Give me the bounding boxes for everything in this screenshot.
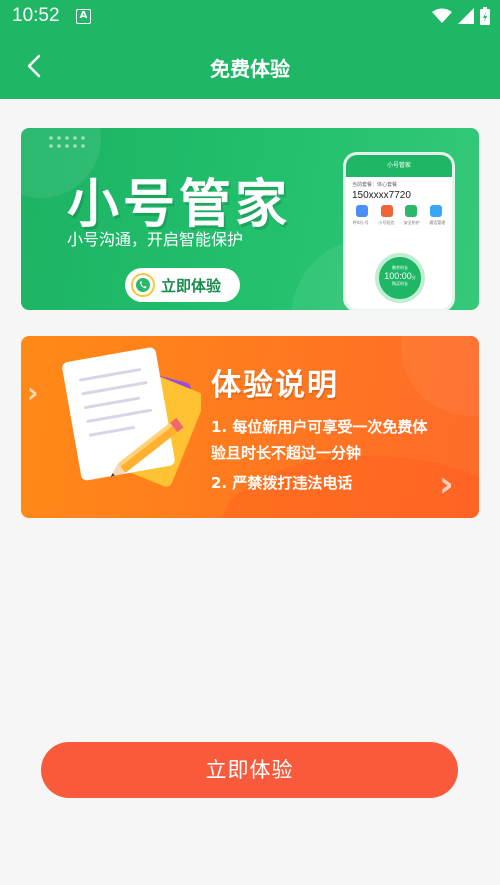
phone-feature-icons (346, 203, 452, 219)
battery-icon (480, 7, 490, 25)
signal-icon (458, 8, 474, 24)
shield-icon (405, 205, 418, 217)
decor-dots (47, 134, 87, 152)
instructions-line-2: 验且时长不超过一分钟 (211, 444, 362, 462)
phone-feature-label: 小号短信 (378, 220, 395, 225)
sms-icon (380, 205, 393, 217)
phone-feature-labels: 呼叫小号 小号短信 安全防护 通话管理 (346, 219, 452, 227)
decor-blob (401, 336, 479, 416)
phone-mockup: 小号管家 当前套餐：体心套餐 150xxxx7720 呼叫小号 小号短信 安全防… (343, 152, 455, 310)
phone-feature-label: 通话管理 (429, 220, 446, 225)
chevron-right-icon: › (439, 464, 454, 505)
phone-number: 150xxxx7720 (352, 190, 411, 201)
remaining-unit: 分 (411, 275, 416, 280)
instructions-title: 体验说明 (211, 368, 339, 403)
remaining-value: 100:00 (384, 271, 412, 281)
instructions-line-1: 1. 每位新用户可享受一次免费体 (211, 418, 428, 436)
status-bar: 10:52 A (0, 0, 500, 33)
system-icons (432, 7, 490, 25)
phone-remaining-time: 剩余时长 100:00分 购买时长 (375, 253, 425, 303)
banner-try-button[interactable]: 立即体验 (125, 268, 240, 302)
notepad-pencil-icon (62, 347, 201, 487)
instructions-banner: › › 体验说明 1. 每位新用户可享受一次免费体 验且时长不超过一分钟 2. … (21, 336, 479, 518)
status-time: 10:52 (12, 5, 60, 26)
manage-icon (429, 205, 442, 217)
phone-app-title: 小号管家 (346, 155, 452, 177)
banner-subtitle: 小号沟通，开启智能保护 (67, 230, 244, 249)
phone-user-line: 当前套餐：体心套餐 (352, 182, 398, 188)
chevron-right-icon: › (27, 376, 39, 409)
banner-try-label: 立即体验 (161, 276, 222, 295)
notification-icon: A (76, 9, 91, 24)
phone-feature-label: 呼叫小号 (352, 220, 369, 225)
page-title: 免费体验 (210, 57, 290, 81)
app-bar: 免费体验 (0, 33, 500, 99)
promo-banner-green[interactable]: 小号管家 小号沟通，开启智能保护 立即体验 小号管家 当前套餐：体心套餐 150… (21, 128, 479, 310)
call-icon (356, 205, 369, 217)
wifi-icon (432, 8, 452, 23)
phone-feature-label: 安全防护 (403, 220, 420, 225)
phone-call-icon (131, 273, 155, 297)
try-now-button[interactable]: 立即体验 (41, 742, 458, 798)
instructions-line-3: 2. 严禁拨打违法电话 (211, 474, 353, 492)
buy-time-label: 购买时长 (392, 281, 408, 286)
